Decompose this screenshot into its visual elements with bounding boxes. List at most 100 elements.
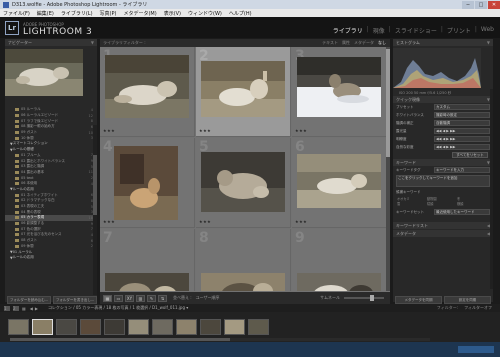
module-print[interactable]: プリント	[447, 26, 471, 35]
keywording-header[interactable]: キーワード ▼	[393, 159, 493, 166]
grid-cell[interactable]: 6 ★★★	[292, 138, 387, 228]
grid-view-button[interactable]: ▦	[103, 294, 112, 302]
clarity-stepper[interactable]: ◀◀ ◀ ▶ ▶▶	[434, 136, 490, 142]
menu-edit[interactable]: 編集(E)	[37, 10, 54, 17]
filmstrip-thumbnail[interactable]	[80, 319, 101, 335]
keyword-list-header[interactable]: キーワードリスト ◀	[393, 222, 493, 229]
photo-thumbnail[interactable]	[201, 273, 285, 291]
filter-tab-none[interactable]: なし	[378, 39, 386, 47]
grid-cell[interactable]: 8	[196, 229, 291, 291]
photo-thumbnail[interactable]	[297, 57, 381, 117]
loupe-view-button[interactable]: ▭	[114, 294, 123, 302]
filmstrip-thumbnail[interactable]	[8, 319, 29, 335]
filter-tab-attribute[interactable]: 属性	[342, 39, 350, 47]
compare-view-button[interactable]: XY	[125, 294, 134, 302]
filmstrip-thumbnail[interactable]	[32, 319, 53, 335]
minimize-button[interactable]: ─	[462, 0, 474, 9]
grid-cell[interactable]: 5 ★★★	[196, 138, 291, 228]
menu-window[interactable]: ウィンドウ(W)	[188, 10, 222, 17]
grid-scroll-thumb[interactable]	[386, 49, 390, 157]
source-path[interactable]: コレクション / 05 カラー表現 / 18 枚の写真 / 1 枚選択 / D1…	[48, 305, 188, 311]
grid-cell[interactable]: 9	[292, 229, 387, 291]
thumbnail-size-slider[interactable]	[344, 295, 384, 301]
left-panel-scrollbar[interactable]	[93, 125, 97, 295]
exposure-stepper[interactable]: ◀◀ ◀ ▶ ▶▶	[434, 128, 490, 134]
back-arrow-icon[interactable]: ◀	[30, 306, 33, 311]
grid-cell[interactable]: 7	[100, 229, 195, 291]
filmstrip-thumbnail[interactable]	[200, 319, 221, 335]
sort-direction-icon[interactable]: ⇅	[158, 294, 167, 302]
rating-stars[interactable]: ★★★	[103, 128, 115, 133]
rating-stars[interactable]: ★★★	[295, 219, 307, 224]
photo-thumbnail[interactable]	[114, 146, 178, 220]
photo-thumbnail[interactable]	[201, 152, 285, 212]
keyword-tags-select[interactable]: キーワードを入力	[434, 167, 490, 173]
system-tray[interactable]	[458, 346, 494, 353]
metadata-header[interactable]: メタデータ ◀	[393, 230, 493, 237]
filmstrip-thumbnail[interactable]	[176, 319, 197, 335]
grid-icon[interactable]: ▦	[22, 306, 26, 311]
close-button[interactable]: ✕	[488, 0, 500, 9]
rating-stars[interactable]: ★★★	[199, 128, 211, 133]
import-button[interactable]: フォルダーを読み込む...	[7, 296, 51, 304]
photo-thumbnail[interactable]	[297, 273, 381, 291]
reset-all-button[interactable]: すべてをリセット	[452, 152, 488, 158]
main-window-button[interactable]: 1	[4, 305, 10, 311]
maximize-button[interactable]: □	[475, 0, 487, 9]
collapse-triangle-icon[interactable]: ▼	[91, 39, 94, 46]
navigator-preview[interactable]	[5, 49, 83, 96]
photo-thumbnail[interactable]	[105, 273, 189, 291]
keyword-entry-field[interactable]: ここをクリックしてキーワードを追加	[396, 175, 490, 187]
photo-thumbnail[interactable]	[297, 154, 381, 208]
filmstrip-thumbnail[interactable]	[224, 319, 245, 335]
left-scroll-thumb[interactable]	[93, 155, 97, 215]
sync-settings-button[interactable]: 設定を同期	[444, 296, 491, 304]
module-web[interactable]: Web	[481, 26, 494, 35]
sync-metadata-button[interactable]: メタデータを同期	[395, 296, 442, 304]
module-slideshow[interactable]: スライドショー	[395, 26, 437, 35]
grid-cell[interactable]: 4 ★★★	[100, 138, 195, 228]
vibrance-stepper[interactable]: ◀◀ ◀ ▶ ▶▶	[434, 144, 490, 150]
grid-cell[interactable]: 1 ★★★	[100, 47, 195, 137]
filmstrip-thumbnail[interactable]	[152, 319, 173, 335]
histogram-header[interactable]: ヒストグラム ▼	[393, 39, 493, 46]
rating-stars[interactable]: ★★★	[103, 219, 115, 224]
keyword-suggestion[interactable]: 寝顔	[427, 202, 457, 207]
export-button[interactable]: フォルダーを書き出し...	[53, 296, 97, 304]
keyword-suggestion[interactable]: 横顔	[457, 202, 487, 207]
menu-library[interactable]: ライブラリ(L)	[61, 10, 93, 17]
menu-photo[interactable]: 写真(P)	[100, 10, 117, 17]
filmstrip-thumbnail[interactable]	[56, 319, 77, 335]
rating-stars[interactable]: ★★★	[295, 128, 307, 133]
forward-arrow-icon[interactable]: ▶	[35, 306, 38, 311]
filter-tab-text[interactable]: テキスト	[322, 39, 338, 47]
slider-knob[interactable]	[370, 295, 374, 301]
module-develop[interactable]: 現像	[373, 26, 385, 35]
quick-develop-header[interactable]: クイック現像 ▼	[393, 96, 493, 103]
menu-view[interactable]: 表示(V)	[164, 10, 181, 17]
collapse-triangle-icon[interactable]: ▼	[487, 39, 490, 46]
second-window-button[interactable]: 2	[13, 305, 19, 311]
photo-thumbnail[interactable]	[105, 55, 189, 118]
filmstrip-scrollbar[interactable]	[10, 338, 430, 341]
survey-view-button[interactable]: ▥	[136, 294, 145, 302]
photo-thumbnail[interactable]	[201, 61, 285, 117]
navigator-header[interactable]: ナビゲーター ▼	[5, 39, 97, 46]
filmstrip-filter-select[interactable]: フィルターオフ	[464, 305, 492, 311]
white-balance-select[interactable]: 撮影時の設定	[434, 112, 490, 118]
menu-metadata[interactable]: メタデータ(M)	[123, 10, 156, 17]
filmstrip-thumbnail[interactable]	[248, 319, 269, 335]
rating-stars[interactable]: ★★★	[199, 219, 211, 224]
spray-can-icon[interactable]: ✎	[147, 294, 156, 302]
grid-scrollbar[interactable]	[386, 47, 390, 291]
grid-cell[interactable]: 3 ★★★	[292, 47, 387, 137]
filmstrip-thumbnail[interactable]	[128, 319, 149, 335]
filter-tab-metadata[interactable]: メタデータ	[354, 39, 374, 47]
keyword-set-select[interactable]: 最近使用したキーワード	[434, 209, 490, 215]
preset-select[interactable]: カスタム	[434, 104, 490, 110]
keyword-suggestion[interactable]: 雪	[397, 202, 427, 207]
menu-help[interactable]: ヘルプ(H)	[229, 10, 252, 17]
filmstrip-scroll-thumb[interactable]	[10, 338, 230, 341]
menu-file[interactable]: ファイル(F)	[3, 10, 30, 17]
right-panel-scrollbar[interactable]	[490, 89, 493, 289]
